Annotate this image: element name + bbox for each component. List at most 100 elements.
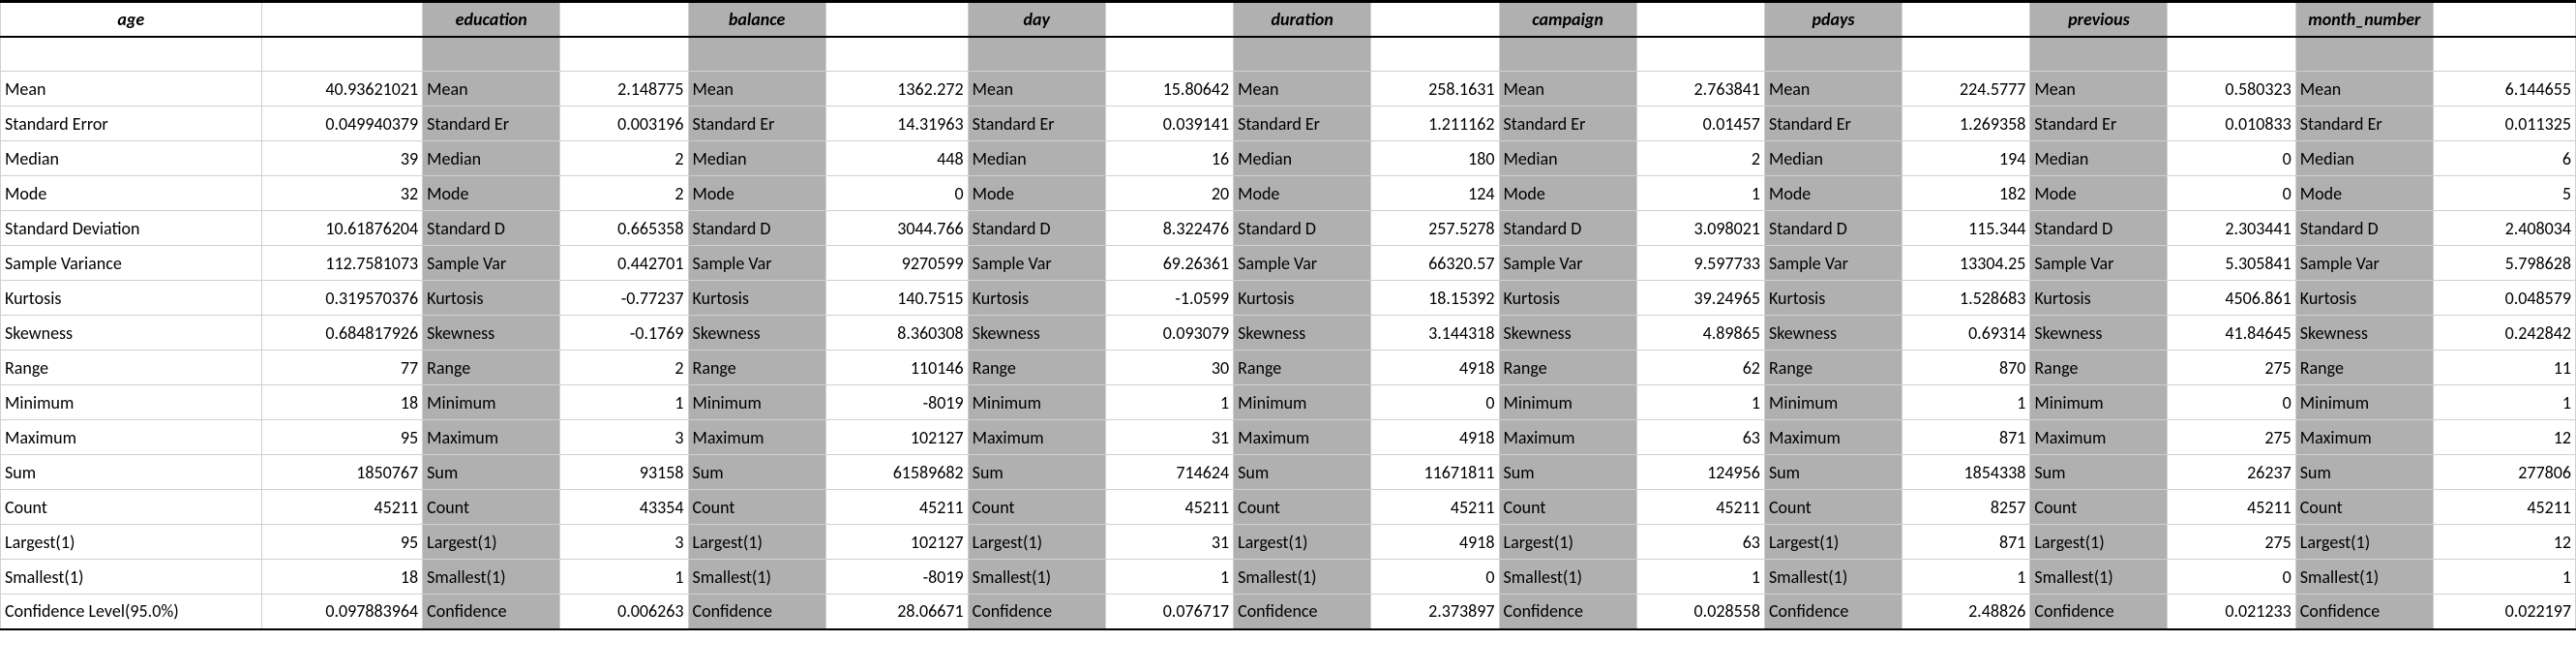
blank-cell (688, 37, 825, 72)
stat-label: Confidence (423, 595, 560, 629)
stat-value: 20 (1105, 176, 1233, 211)
stat-value: 0.049940379 (261, 107, 423, 141)
stat-value: 6 (2433, 141, 2575, 176)
stat-value: 448 (825, 141, 968, 176)
blank-cell (2168, 37, 2295, 72)
header-spacer (825, 2, 968, 37)
stat-label: Skewness (688, 316, 825, 351)
stat-value: 15.80642 (1105, 72, 1233, 107)
stat-value: 95 (261, 525, 423, 560)
col-header-day: day (968, 2, 1105, 37)
stat-label: Maximum (423, 420, 560, 455)
stat-value: 194 (1902, 141, 2030, 176)
stat-value: 870 (1902, 351, 2030, 385)
header-spacer (1902, 2, 2030, 37)
stat-value: 1 (560, 385, 688, 420)
stat-label: Sample Var (688, 246, 825, 281)
stat-label: Range (1499, 351, 1636, 385)
stat-label: Median (2295, 141, 2433, 176)
stat-label: Sample Var (1499, 246, 1636, 281)
stat-label: Minimum (423, 385, 560, 420)
stat-label: Mean (1764, 72, 1902, 107)
stat-label: Standard D (688, 211, 825, 246)
stat-label: Count (1764, 490, 1902, 525)
blank-cell (1902, 37, 2030, 72)
stat-label: Count (1234, 490, 1371, 525)
stat-label: Confidence (968, 595, 1105, 629)
stat-label: Count (688, 490, 825, 525)
header-spacer (261, 2, 423, 37)
blank-row (1, 37, 2576, 72)
stat-label: Skewness (2295, 316, 2433, 351)
stat-value: 63 (1636, 525, 1764, 560)
stat-value: -0.77237 (560, 281, 688, 316)
stat-label: Largest(1) (2295, 525, 2433, 560)
stat-value: 102127 (825, 525, 968, 560)
stat-label: Minimum (688, 385, 825, 420)
stat-label: Kurtosis (1499, 281, 1636, 316)
stat-value: 0.684817926 (261, 316, 423, 351)
blank-cell (423, 37, 560, 72)
stat-label: Skewness (423, 316, 560, 351)
stat-label: Sum (1, 455, 262, 490)
stat-label: Range (1234, 351, 1371, 385)
stat-label: Largest(1) (968, 525, 1105, 560)
col-header-balance: balance (688, 2, 825, 37)
stat-label: Largest(1) (688, 525, 825, 560)
blank-cell (1636, 37, 1764, 72)
stat-label: Count (968, 490, 1105, 525)
stat-label: Range (1, 351, 262, 385)
stat-value: 257.5278 (1371, 211, 1499, 246)
blank-cell (1499, 37, 1636, 72)
stat-label: Sum (423, 455, 560, 490)
stat-value: 0.093079 (1105, 316, 1233, 351)
stat-value: 45211 (2433, 490, 2575, 525)
stat-label: Median (423, 141, 560, 176)
header-spacer (2168, 2, 2295, 37)
stat-value: 8257 (1902, 490, 2030, 525)
table-row: Smallest(1)18Smallest(1)1Smallest(1)-801… (1, 560, 2576, 595)
table-row: Standard Deviation10.61876204Standard D0… (1, 211, 2576, 246)
stat-value: 1362.272 (825, 72, 968, 107)
stat-value: 0.011325 (2433, 107, 2575, 141)
stat-value: 2.303441 (2168, 211, 2295, 246)
stat-label: Mean (423, 72, 560, 107)
stat-label: Maximum (688, 420, 825, 455)
stat-value: 45211 (1371, 490, 1499, 525)
stat-value: 0.097883964 (261, 595, 423, 629)
stat-value: 3.098021 (1636, 211, 1764, 246)
stat-value: 2.373897 (1371, 595, 1499, 629)
stat-value: -8019 (825, 385, 968, 420)
col-header-duration: duration (1234, 2, 1371, 37)
stat-value: 5.798628 (2433, 246, 2575, 281)
stat-value: 3 (560, 525, 688, 560)
stat-label: Kurtosis (423, 281, 560, 316)
stat-label: Sample Var (968, 246, 1105, 281)
stat-label: Sample Var (2295, 246, 2433, 281)
stat-value: 0 (1371, 385, 1499, 420)
stat-value: 1 (1105, 385, 1233, 420)
header-spacer (1371, 2, 1499, 37)
stat-label: Confidence Level(95.0%) (1, 595, 262, 629)
stat-value: 275 (2168, 525, 2295, 560)
stat-label: Skewness (1234, 316, 1371, 351)
table-row: Minimum18Minimum1Minimum-8019Minimum1Min… (1, 385, 2576, 420)
table-row: Confidence Level(95.0%)0.097883964Confid… (1, 595, 2576, 629)
stat-value: 3.144318 (1371, 316, 1499, 351)
stat-label: Standard Deviation (1, 211, 262, 246)
blank-cell (2030, 37, 2168, 72)
stat-value: 2.408034 (2433, 211, 2575, 246)
blank-cell (1234, 37, 1371, 72)
stat-value: 4506.861 (2168, 281, 2295, 316)
stat-label: Skewness (968, 316, 1105, 351)
stat-value: 13304.25 (1902, 246, 2030, 281)
stat-label: Minimum (1, 385, 262, 420)
stat-value: 0.665358 (560, 211, 688, 246)
stat-label: Mode (2030, 176, 2168, 211)
stat-label: Standard D (2030, 211, 2168, 246)
stat-label: Mean (688, 72, 825, 107)
stat-label: Mode (2295, 176, 2433, 211)
blank-cell (2295, 37, 2433, 72)
col-header-pdays: pdays (1764, 2, 1902, 37)
stat-label: Kurtosis (2030, 281, 2168, 316)
